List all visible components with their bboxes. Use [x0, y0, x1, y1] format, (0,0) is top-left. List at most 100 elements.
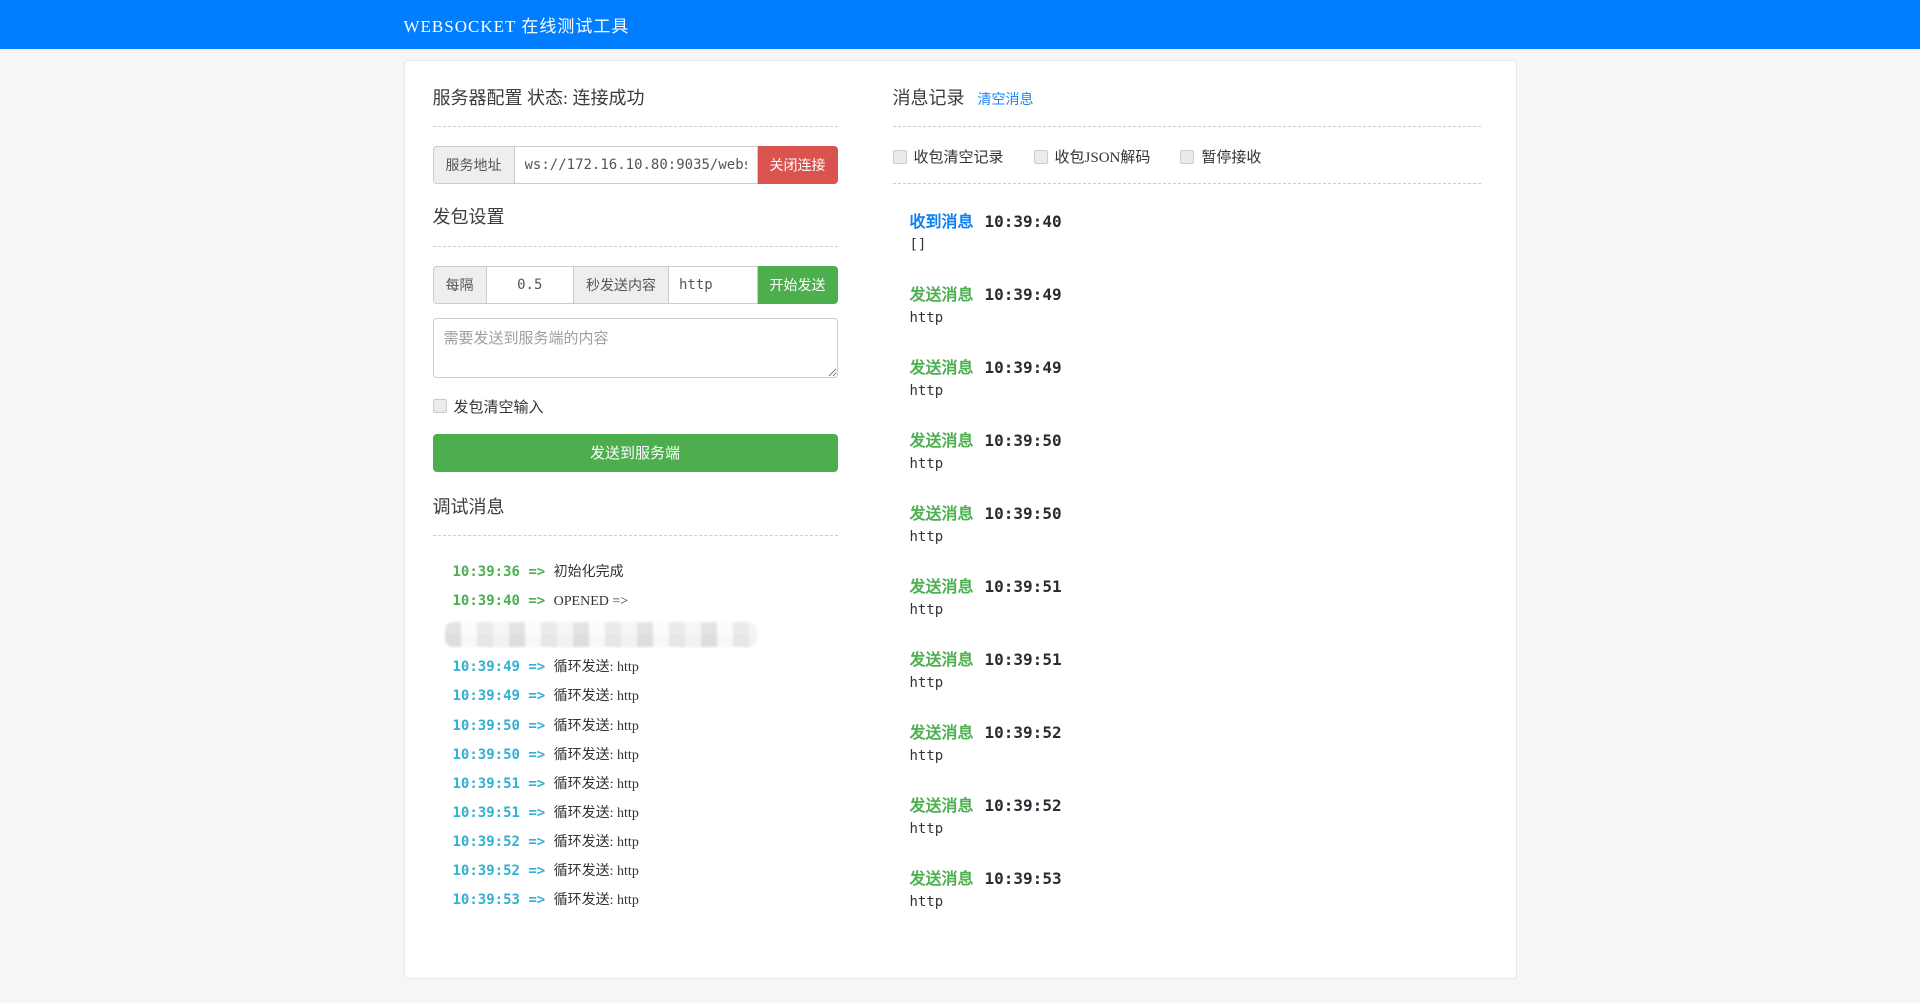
send-to-server-button[interactable]: 发送到服务端: [432, 433, 838, 472]
debug-message-arrow: =>: [519, 746, 554, 763]
clear-on-receive-label: 收包清空记录: [913, 150, 1004, 167]
log-item-header: 发送消息 10:39:50: [910, 427, 1481, 451]
log-item-header: 发送消息 10:39:49: [910, 281, 1481, 305]
debug-message-arrow: =>: [519, 804, 554, 821]
clear-on-receive-checkbox[interactable]: [892, 149, 907, 164]
divider: [432, 245, 838, 247]
interval-label: 每隔: [432, 265, 487, 304]
log-item-content: http: [909, 310, 944, 327]
debug-message: 10:39:49 => 循环发送: http: [453, 659, 838, 676]
debug-message-time: 10:39:36: [452, 564, 520, 581]
log-item-header: 发送消息 10:39:52: [910, 719, 1481, 743]
debug-message: 10:39:51 => 循环发送: http: [453, 776, 838, 793]
start-send-button[interactable]: 开始发送: [757, 265, 838, 304]
log-item: 发送消息 10:39:52 http: [910, 792, 1481, 837]
pause-receive-checkbox[interactable]: [1180, 149, 1195, 164]
log-item-header: 收到消息 10:39:40: [910, 208, 1481, 232]
log-item-time: 10:39:49: [984, 358, 1062, 378]
json-decode-option[interactable]: 收包JSON解码: [1033, 146, 1150, 167]
debug-message-arrow: =>: [519, 593, 554, 610]
log-item-label: 发送消息: [909, 287, 974, 305]
log-item-time: 10:39:52: [984, 796, 1062, 816]
divider: [432, 535, 838, 537]
debug-message-text: 循环发送: http: [553, 747, 639, 763]
log-item-time: 10:39:51: [984, 577, 1062, 597]
log-item: 发送消息 10:39:51 http: [910, 573, 1481, 618]
interval-unit-label: 秒发送内容: [574, 265, 669, 304]
server-config-panel: 服务器配置 状态: 连接成功 服务地址 关闭连接 发包设置 每隔 秒发送内容 开…: [432, 87, 838, 938]
debug-message-arrow: =>: [519, 863, 554, 880]
debug-message-time: 10:39:50: [452, 746, 520, 763]
server-address-input[interactable]: [514, 146, 758, 185]
debug-message: 10:39:50 => 循环发送: http: [453, 747, 838, 764]
debug-message-text: 循环发送: http: [553, 864, 639, 880]
json-decode-checkbox[interactable]: [1033, 149, 1048, 164]
debug-message-arrow: =>: [519, 564, 554, 581]
server-config-heading: 服务器配置 状态: 连接成功: [433, 87, 838, 110]
log-item: 发送消息 10:39:53 http: [910, 865, 1481, 910]
divider: [892, 126, 1481, 128]
clear-messages-link[interactable]: 清空消息: [978, 89, 1034, 109]
pause-receive-option[interactable]: 暂停接收: [1180, 146, 1261, 167]
debug-message-arrow: =>: [519, 717, 554, 734]
debug-message-text: 初始化完成: [553, 565, 624, 581]
debug-message-time: 10:39:49: [452, 659, 520, 676]
debug-message-text: 循环发送: http: [553, 893, 639, 909]
debug-message-list: 10:39:36 => 初始化完成 10:39:40 => OPENED => 10…: [433, 564, 838, 909]
log-item-header: 发送消息 10:39:50: [910, 500, 1481, 524]
divider: [892, 183, 1481, 185]
log-item-content: http: [909, 602, 944, 619]
debug-message: 10:39:36 => 初始化完成: [453, 564, 838, 581]
debug-message-arrow: =>: [519, 688, 554, 705]
log-item-content: http: [909, 748, 944, 765]
log-item-label: 发送消息: [909, 725, 974, 743]
clear-input-checkbox-label[interactable]: 发包清空输入: [454, 396, 544, 417]
clear-input-checkbox[interactable]: [432, 399, 447, 414]
debug-message: 10:39:50 => 循环发送: http: [453, 718, 838, 735]
send-content-textarea[interactable]: [432, 317, 838, 378]
log-item-content: http: [909, 383, 944, 400]
log-item: 发送消息 10:39:50 http: [910, 427, 1481, 472]
debug-message-time: 10:39:52: [452, 863, 520, 880]
log-item: 发送消息 10:39:52 http: [910, 719, 1481, 764]
debug-message-text: OPENED =>: [553, 594, 629, 610]
close-connection-button[interactable]: 关闭连接: [757, 146, 838, 185]
log-item: 发送消息 10:39:49 http: [910, 281, 1481, 326]
log-item: 发送消息 10:39:49 http: [910, 354, 1481, 399]
message-log-list: 收到消息 10:39:40 [] 发送消息 10:39:49 http 发送消息 10:39:…: [893, 208, 1481, 910]
log-item-content: http: [909, 675, 944, 692]
debug-message-arrow: =>: [519, 833, 554, 850]
send-settings-title: 发包设置: [432, 207, 505, 228]
debug-message-text: 循环发送: http: [553, 776, 639, 792]
interval-input[interactable]: [486, 265, 574, 304]
debug-message-time: 10:39:51: [452, 775, 520, 792]
log-item-time: 10:39:53: [984, 869, 1062, 889]
server-address-label: 服务地址: [432, 146, 515, 185]
log-item-header: 发送消息 10:39:53: [910, 865, 1481, 889]
server-config-title: 服务器配置: [432, 88, 523, 108]
debug-message-time: 10:39:40: [452, 593, 520, 610]
top-bar: WEBSOCKET 在线测试工具: [0, 0, 1920, 49]
debug-message-time: 10:39:52: [452, 833, 520, 850]
debug-message: 10:39:53 => 循环发送: http: [453, 892, 838, 909]
log-item-content: []: [909, 237, 927, 254]
clear-input-checkbox-row: 发包清空输入: [432, 396, 838, 417]
log-item-label: 发送消息: [909, 871, 974, 889]
connection-status: 状态: 连接成功: [527, 88, 645, 108]
debug-message-arrow: =>: [519, 775, 554, 792]
log-item-label: 发送消息: [909, 579, 974, 597]
log-item-time: 10:39:50: [984, 504, 1062, 524]
log-item-header: 发送消息 10:39:49: [910, 354, 1481, 378]
clear-on-receive-option[interactable]: 收包清空记录: [892, 146, 1004, 167]
log-item-header: 发送消息 10:39:51: [910, 646, 1481, 670]
log-item-header: 发送消息 10:39:51: [910, 573, 1481, 597]
loop-content-input[interactable]: [669, 265, 758, 304]
debug-message-text: 循环发送: http: [553, 834, 639, 850]
message-log-title: 消息记录: [892, 88, 965, 108]
log-item-label: 发送消息: [909, 360, 974, 378]
redacted-content: [444, 622, 757, 648]
log-item-content: http: [909, 529, 944, 546]
log-item-label: 发送消息: [909, 506, 974, 524]
log-item-time: 10:39:49: [984, 285, 1062, 305]
log-item-time: 10:39:40: [984, 212, 1062, 232]
